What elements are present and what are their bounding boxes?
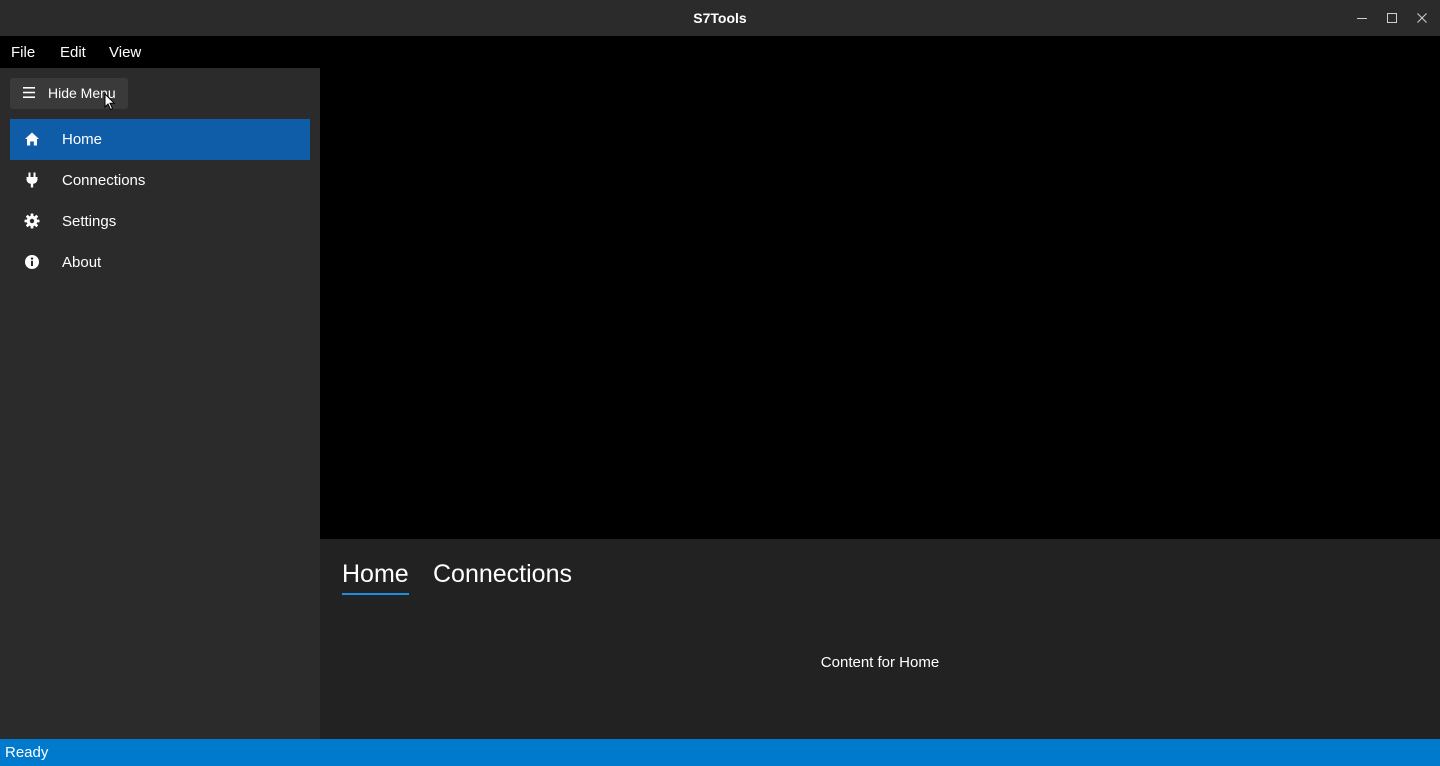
app-window: S7Tools File Edit View Hide Menu Home Co…	[0, 0, 1440, 766]
sidebar-item-about[interactable]: About	[10, 242, 310, 283]
menu-edit[interactable]: Edit	[60, 36, 86, 68]
tab-content-text: Content for Home	[820, 654, 940, 671]
sidebar-item-label: Home	[62, 131, 103, 148]
window-title: S7Tools	[693, 10, 747, 26]
minimize-button[interactable]	[1347, 0, 1377, 36]
mouse-cursor-icon	[104, 93, 116, 111]
close-icon	[1417, 13, 1427, 23]
gear-icon	[24, 213, 40, 229]
sidebar-item-label: Settings	[62, 213, 117, 230]
menu-view[interactable]: View	[109, 36, 141, 68]
sidebar-item-connections[interactable]: Connections	[10, 160, 310, 201]
hamburger-icon	[23, 87, 35, 98]
minimize-icon	[1357, 18, 1367, 19]
status-text: Ready	[5, 744, 49, 761]
sidebar-item-label: Connections	[62, 172, 146, 189]
info-icon	[25, 255, 39, 269]
sidebar-item-home[interactable]: Home	[10, 119, 310, 160]
tab-connections[interactable]: Connections	[433, 557, 572, 597]
sidebar-item-label: About	[62, 254, 102, 271]
close-button[interactable]	[1407, 0, 1437, 36]
status-bar: Ready	[0, 739, 1440, 766]
sidebar: Hide Menu Home Connections Settings Abou…	[0, 68, 320, 739]
home-icon	[25, 132, 39, 146]
maximize-icon	[1387, 13, 1397, 23]
menu-file[interactable]: File	[11, 36, 35, 68]
main-viewport	[320, 36, 1440, 539]
maximize-button[interactable]	[1377, 0, 1407, 36]
tab-panel: Home Connections Content for Home	[320, 539, 1440, 739]
sidebar-item-settings[interactable]: Settings	[10, 201, 310, 242]
tab-selected-indicator	[342, 593, 409, 595]
tab-home[interactable]: Home	[342, 557, 409, 597]
title-bar: S7Tools	[0, 0, 1440, 36]
plug-icon	[26, 172, 38, 188]
